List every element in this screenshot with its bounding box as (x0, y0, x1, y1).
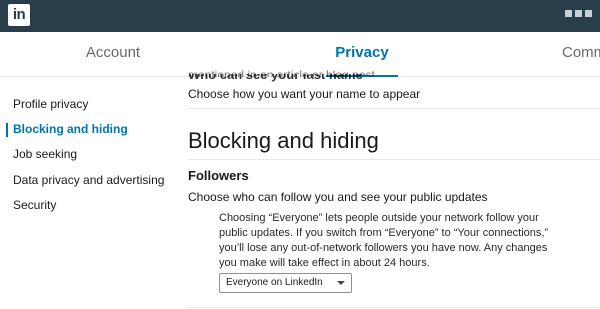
followers-select[interactable]: Everyone on LinkedIn (219, 273, 352, 293)
sidebar-item-job-seeking[interactable]: Job seeking (13, 147, 77, 161)
divider (188, 307, 600, 308)
sidebar-item-security[interactable]: Security (13, 198, 56, 212)
global-nav-bar: in (0, 0, 600, 32)
sidebar-active-indicator (6, 123, 8, 137)
chevron-down-icon (337, 281, 345, 285)
followers-description: Choose who can follow you and see your p… (188, 190, 488, 204)
sidebar-item-profile-privacy[interactable]: Profile privacy (13, 97, 88, 111)
divider (188, 159, 600, 160)
tab-account[interactable]: Account (58, 32, 168, 76)
grid-menu-icon[interactable] (565, 10, 592, 17)
sidebar-item-data-privacy[interactable]: Data privacy and advertising (13, 173, 164, 187)
followers-heading[interactable]: Followers (188, 168, 249, 183)
section-title: Blocking and hiding (188, 128, 379, 153)
followers-select-value: Everyone on LinkedIn (226, 277, 323, 288)
followers-info-text: Choosing “Everyone” lets people outside … (219, 212, 549, 269)
tab-communications[interactable]: Comm (562, 32, 600, 76)
sidebar-item-blocking-and-hiding[interactable]: Blocking and hiding (13, 122, 128, 136)
linkedin-logo[interactable]: in (8, 4, 30, 26)
divider (188, 108, 600, 109)
previous-section-description: Choose how you want your name to appear (188, 87, 421, 101)
